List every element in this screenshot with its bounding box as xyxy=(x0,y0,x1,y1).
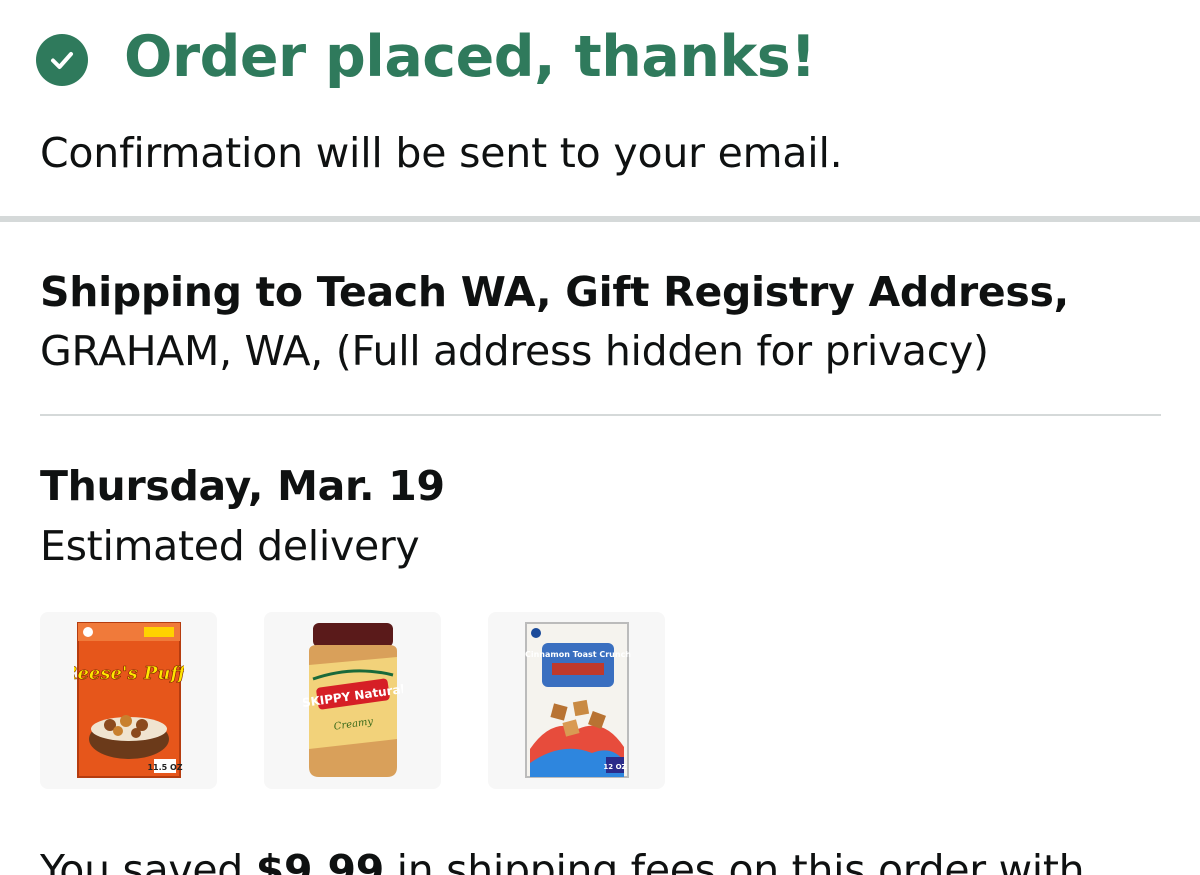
savings-prefix: You saved xyxy=(40,846,256,875)
shipping-address: GRAHAM, WA, (Full address hidden for pri… xyxy=(40,327,989,375)
product-thumbnails: Reese's Puffs 11.5 OZ SKIPPY Natural xyxy=(40,612,712,789)
section-divider xyxy=(0,216,1200,222)
product-thumbnail-reeses-puffs[interactable]: Reese's Puffs 11.5 OZ xyxy=(40,612,217,789)
savings-suffix: in shipping fees on this order with xyxy=(383,846,1085,875)
product-name-text: Reese's Puffs xyxy=(74,663,184,684)
savings-amount: $9.99 xyxy=(255,846,384,875)
shipping-savings-text: You saved $9.99 in shipping fees on this… xyxy=(40,842,1085,875)
cereal-box-icon: Reese's Puffs 11.5 OZ xyxy=(74,621,184,778)
order-placed-header: Order placed, thanks! xyxy=(36,22,816,92)
section-divider xyxy=(40,414,1161,416)
confirmation-message: Confirmation will be sent to your email. xyxy=(40,129,843,177)
shipping-title: Shipping to Teach WA, Gift Registry Addr… xyxy=(40,268,1069,316)
peanut-butter-jar-icon: SKIPPY Natural Creamy xyxy=(303,622,403,777)
delivery-label: Estimated delivery xyxy=(40,522,420,570)
delivery-date: Thursday, Mar. 19 xyxy=(40,462,445,510)
order-confirmation-page: Order placed, thanks! Confirmation will … xyxy=(0,0,1200,875)
product-size-text: 12 OZ xyxy=(603,763,626,771)
page-title: Order placed, thanks! xyxy=(124,24,816,90)
cereal-box-icon: Cinnamon Toast Crunch 12 OZ xyxy=(524,621,631,778)
product-thumbnail-skippy-natural[interactable]: SKIPPY Natural Creamy xyxy=(264,612,441,789)
check-circle-icon xyxy=(36,34,88,86)
product-name-text: Cinnamon Toast Crunch xyxy=(524,650,630,659)
product-thumbnail-cinnamon-toast-crunch[interactable]: Cinnamon Toast Crunch 12 OZ xyxy=(488,612,665,789)
product-size-text: 11.5 OZ xyxy=(147,763,182,772)
